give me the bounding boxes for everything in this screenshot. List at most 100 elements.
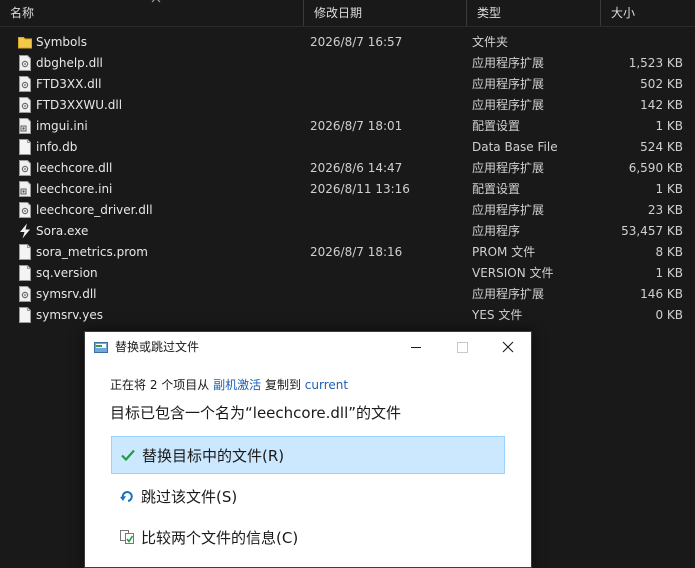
file-icon	[18, 307, 32, 323]
file-row[interactable]: sora_metrics.prom 2026/8/7 18:16 PROM 文件 8 …	[0, 242, 695, 263]
file-modified: 2026/8/7 16:57	[310, 35, 403, 49]
file-name: sora_metrics.prom	[36, 245, 148, 259]
maximize-icon	[457, 342, 468, 353]
file-row[interactable]: symsrv.yes YES 文件 0 KB	[0, 305, 695, 326]
file-type: 应用程序扩展	[472, 287, 545, 301]
replace-option[interactable]: 替换目标中的文件(R)	[111, 436, 505, 474]
file-row[interactable]: info.db Data Base File 524 KB	[0, 137, 695, 158]
file-name: dbghelp.dll	[36, 56, 103, 70]
column-type[interactable]: 类型	[466, 0, 600, 26]
file-name: FTD3XXWU.dll	[36, 98, 123, 112]
settings-file-icon	[18, 181, 32, 197]
column-type-label: 类型	[477, 6, 502, 20]
file-type: 文件夹	[472, 35, 509, 49]
skip-option[interactable]: 跳过该文件(S)	[111, 478, 505, 516]
compare-option[interactable]: 比较两个文件的信息(C)	[111, 519, 505, 557]
settings-file-icon	[18, 118, 32, 134]
file-type: 应用程序	[472, 224, 521, 238]
file-size: 23 KB	[647, 203, 683, 217]
file-size: 1 KB	[655, 266, 683, 280]
minimize-button[interactable]	[393, 332, 439, 362]
file-modified: 2026/8/6 14:47	[310, 161, 403, 175]
file-size: 0 KB	[655, 308, 683, 322]
file-name: Symbols	[36, 35, 87, 49]
copy-info-middle: 复制到	[264, 378, 301, 392]
file-row[interactable]: leechcore.dll 2026/8/6 14:47 应用程序扩展 6,590 K…	[0, 158, 695, 179]
file-type: 应用程序扩展	[472, 77, 545, 91]
file-row[interactable]: leechcore_driver.dll 应用程序扩展 23 KB	[0, 200, 695, 221]
compare-files-icon	[120, 530, 134, 544]
file-row[interactable]: Sora.exe 应用程序 53,457 KB	[0, 221, 695, 242]
column-size-label: 大小	[611, 6, 636, 20]
replace-skip-dialog: 替换或跳过文件 正在将 2 个项目从 副机激活 复制到 current 目标已包…	[84, 331, 532, 568]
file-name: sq.version	[36, 266, 98, 280]
dll-file-icon	[18, 97, 32, 113]
file-modified: 2026/8/11 13:16	[310, 182, 410, 196]
sort-up-icon	[151, 0, 161, 3]
file-name: symsrv.dll	[36, 287, 97, 301]
folder-icon	[18, 34, 32, 50]
file-type: 应用程序扩展	[472, 98, 545, 112]
file-type: VERSION 文件	[472, 266, 554, 280]
minimize-icon	[411, 347, 421, 348]
file-size: 1,523 KB	[628, 56, 683, 70]
file-row[interactable]: dbghelp.dll 应用程序扩展 1,523 KB	[0, 53, 695, 74]
conflict-message: 目标已包含一个名为“leechcore.dll”的文件	[110, 404, 402, 422]
file-name: symsrv.yes	[36, 308, 103, 322]
file-type: PROM 文件	[472, 245, 536, 259]
file-type: YES 文件	[472, 308, 523, 322]
file-row[interactable]: symsrv.dll 应用程序扩展 146 KB	[0, 284, 695, 305]
file-row[interactable]: leechcore.ini 2026/8/11 13:16 配置设置 1 KB	[0, 179, 695, 200]
column-size[interactable]: 大小	[600, 0, 695, 26]
close-icon	[502, 341, 514, 353]
file-type: 配置设置	[472, 182, 521, 196]
column-name-label: 名称	[10, 6, 35, 20]
file-icon	[18, 244, 32, 260]
copy-files-icon	[94, 342, 108, 353]
file-modified: 2026/8/7 18:01	[310, 119, 403, 133]
file-type: 应用程序扩展	[472, 203, 545, 217]
copy-info: 正在将 2 个项目从 副机激活 复制到 current	[110, 376, 348, 393]
file-name: leechcore.ini	[36, 182, 113, 196]
file-type: 应用程序扩展	[472, 161, 545, 175]
maximize-button	[439, 332, 485, 362]
file-icon	[18, 265, 32, 281]
file-size: 8 KB	[655, 245, 683, 259]
file-size: 1 KB	[655, 119, 683, 133]
skip-option-label: 跳过该文件(S)	[141, 488, 238, 506]
file-size: 53,457 KB	[621, 224, 683, 238]
file-size: 6,590 KB	[628, 161, 683, 175]
dialog-title: 替换或跳过文件	[115, 340, 200, 354]
file-modified: 2026/8/7 18:16	[310, 245, 403, 259]
file-type: Data Base File	[472, 140, 558, 154]
file-row[interactable]: Symbols 2026/8/7 16:57 文件夹	[0, 32, 695, 53]
dll-file-icon	[18, 202, 32, 218]
file-name: Sora.exe	[36, 224, 89, 238]
checkmark-icon	[121, 449, 135, 462]
column-modified-label: 修改日期	[314, 6, 363, 20]
column-header: 名称 修改日期 类型 大小	[0, 0, 695, 27]
close-button[interactable]	[485, 332, 531, 362]
file-name: leechcore_driver.dll	[36, 203, 153, 217]
file-row[interactable]: sq.version VERSION 文件 1 KB	[0, 263, 695, 284]
file-size: 146 KB	[640, 287, 683, 301]
dll-file-icon	[18, 55, 32, 71]
file-icon	[18, 139, 32, 155]
dialog-titlebar[interactable]: 替换或跳过文件	[85, 332, 531, 362]
file-name: imgui.ini	[36, 119, 88, 133]
file-size: 1 KB	[655, 182, 683, 196]
file-name: FTD3XX.dll	[36, 77, 102, 91]
destination-folder-link[interactable]: current	[305, 378, 348, 392]
skip-arrow-icon	[120, 491, 133, 502]
file-name: info.db	[36, 140, 78, 154]
replace-option-label: 替换目标中的文件(R)	[142, 447, 285, 465]
file-row[interactable]: imgui.ini 2026/8/7 18:01 配置设置 1 KB	[0, 116, 695, 137]
copy-info-prefix: 正在将 2 个项目从	[110, 378, 210, 392]
dll-file-icon	[18, 286, 32, 302]
file-row[interactable]: FTD3XX.dll 应用程序扩展 502 KB	[0, 74, 695, 95]
column-modified[interactable]: 修改日期	[303, 0, 466, 26]
file-row[interactable]: FTD3XXWU.dll 应用程序扩展 142 KB	[0, 95, 695, 116]
dll-file-icon	[18, 160, 32, 176]
source-folder-link[interactable]: 副机激活	[213, 378, 261, 392]
file-name: leechcore.dll	[36, 161, 113, 175]
